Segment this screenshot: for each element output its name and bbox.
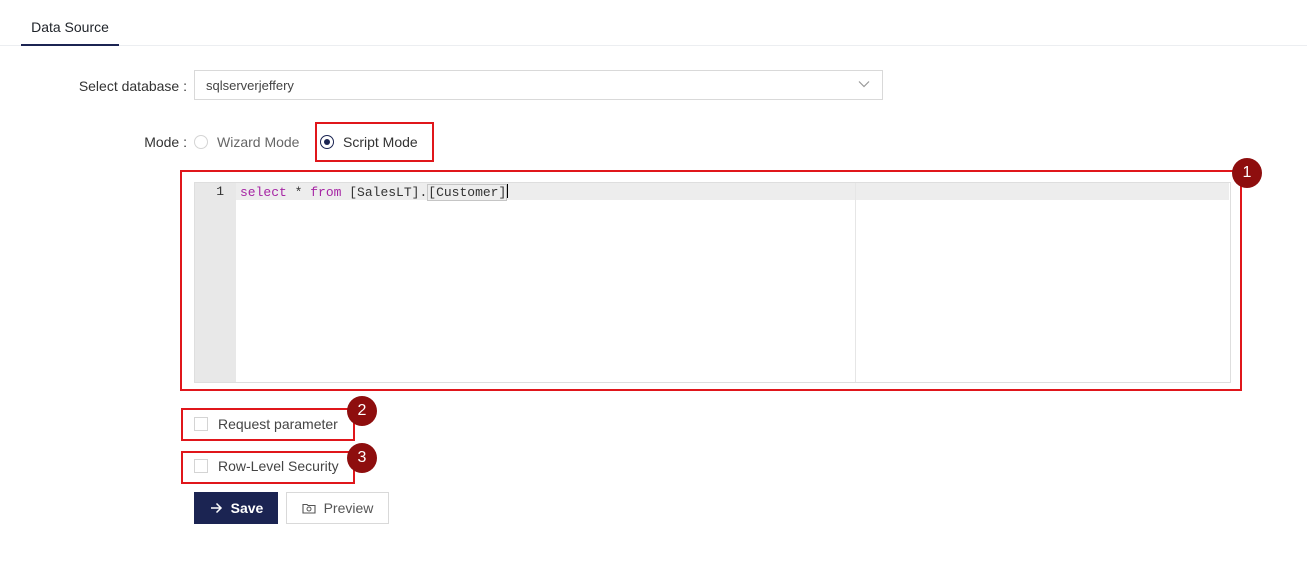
annotation-badge-3: 3 <box>347 443 377 473</box>
database-select-value: sqlserverjeffery <box>206 78 294 93</box>
mode-label: Mode : <box>144 134 187 150</box>
highlight-script-mode <box>315 122 434 162</box>
preview-icon <box>302 503 316 514</box>
highlight-request-parameter <box>181 408 355 441</box>
radio-circle <box>194 135 208 149</box>
database-select[interactable]: sqlserverjeffery <box>194 70 883 100</box>
highlight-row-level-security <box>181 451 355 484</box>
save-button[interactable]: Save <box>194 492 278 524</box>
chevron-down-icon <box>858 81 870 88</box>
highlight-editor <box>180 170 1242 391</box>
annotation-badge-2: 2 <box>347 396 377 426</box>
annotation-badge-1: 1 <box>1232 158 1262 188</box>
tab-label: Data Source <box>31 19 109 35</box>
preview-button-label: Preview <box>323 500 374 516</box>
tab-data-source[interactable]: Data Source <box>21 0 119 46</box>
radio-wizard-mode[interactable]: Wizard Mode <box>194 134 299 150</box>
arrow-right-icon <box>210 502 222 514</box>
tab-bar: Data Source <box>0 0 1307 46</box>
save-button-label: Save <box>230 500 264 516</box>
select-database-label: Select database : <box>78 78 187 94</box>
preview-button[interactable]: Preview <box>286 492 389 524</box>
radio-label: Wizard Mode <box>217 134 300 150</box>
